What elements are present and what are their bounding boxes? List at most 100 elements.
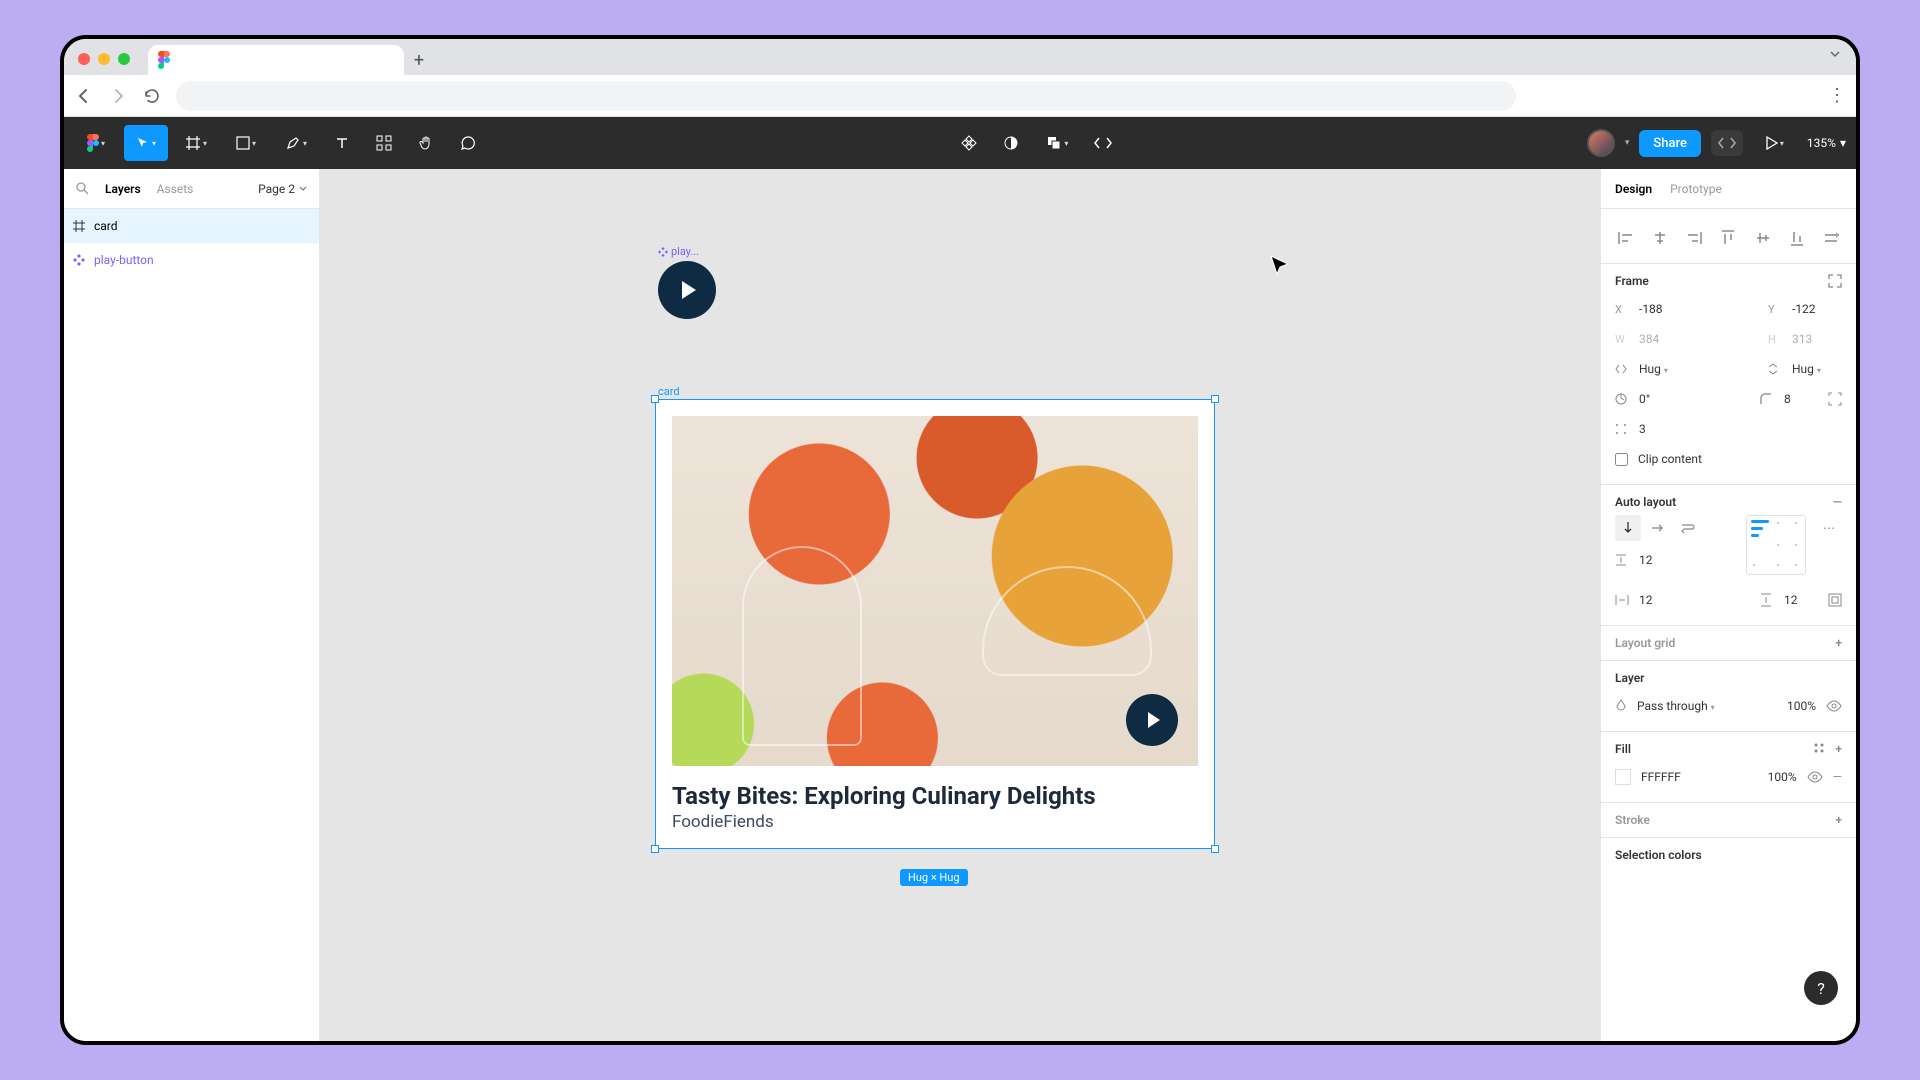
fill-style-icon[interactable]: [1813, 742, 1825, 756]
fill-swatch[interactable]: [1615, 769, 1631, 785]
fill-visibility-icon[interactable]: [1807, 771, 1823, 783]
user-avatar[interactable]: [1587, 129, 1615, 157]
align-bottom-icon[interactable]: [1786, 227, 1808, 249]
card-frame[interactable]: Tasty Bites: Exploring Culinary Delights…: [655, 399, 1215, 849]
share-button[interactable]: Share: [1639, 130, 1701, 157]
layer-row-play-button[interactable]: play-button: [64, 243, 319, 277]
text-tool-button[interactable]: [324, 125, 360, 161]
close-window-button[interactable]: [78, 53, 90, 65]
w-input[interactable]: 384: [1639, 332, 1659, 346]
tabstrip-dropdown-icon[interactable]: [1828, 47, 1842, 61]
remove-fill-icon[interactable]: —: [1833, 770, 1842, 784]
independent-corners-icon[interactable]: [1828, 392, 1842, 406]
new-tab-button[interactable]: +: [404, 45, 434, 75]
fill-opacity-input[interactable]: 100%: [1768, 770, 1797, 784]
align-right-icon[interactable]: [1683, 227, 1705, 249]
align-left-icon[interactable]: [1615, 227, 1637, 249]
assets-tab[interactable]: Assets: [157, 182, 194, 196]
resize-handle-se[interactable]: [1211, 845, 1219, 853]
layers-tab[interactable]: Layers: [105, 182, 141, 196]
visibility-icon[interactable]: [1826, 700, 1842, 712]
browser-menu-button[interactable]: ⋮: [1828, 85, 1846, 106]
play-component-label[interactable]: play...: [658, 245, 699, 258]
maximize-window-button[interactable]: [118, 53, 130, 65]
browser-tab[interactable]: [148, 45, 404, 75]
x-input[interactable]: -188: [1639, 302, 1663, 316]
fill-hex-input[interactable]: FFFFFF: [1641, 770, 1681, 784]
frame-tool-button[interactable]: ▾: [174, 125, 218, 161]
gap-input[interactable]: 12: [1639, 553, 1653, 567]
prototype-tab[interactable]: Prototype: [1670, 182, 1722, 196]
design-tab[interactable]: Design: [1615, 182, 1652, 196]
add-layout-grid-icon[interactable]: +: [1835, 636, 1842, 650]
add-fill-icon[interactable]: +: [1835, 742, 1842, 756]
direction-horizontal-button[interactable]: [1645, 515, 1671, 541]
component-icon[interactable]: [951, 125, 987, 161]
resources-button[interactable]: [366, 125, 402, 161]
back-button[interactable]: [74, 86, 94, 106]
align-hcenter-icon[interactable]: [1649, 227, 1671, 249]
hug-w-select[interactable]: Hug ▾: [1639, 362, 1668, 376]
search-icon[interactable]: [76, 182, 89, 195]
minimize-window-button[interactable]: [98, 53, 110, 65]
reload-button[interactable]: [142, 86, 162, 106]
play-button-component[interactable]: [658, 261, 716, 319]
present-button[interactable]: ▾: [1753, 125, 1797, 161]
avatar-caret-icon[interactable]: ▾: [1625, 138, 1630, 148]
autolayout-more-button[interactable]: ⋯: [1816, 515, 1842, 541]
card-play-button[interactable]: [1126, 694, 1178, 746]
h-label: H: [1768, 333, 1782, 346]
hug-w-icon: [1615, 364, 1629, 374]
layer-row-card[interactable]: card: [64, 209, 319, 243]
canvas[interactable]: play... card Tasty Bites: Exploring: [320, 169, 1600, 1041]
page-selector[interactable]: Page 2: [258, 182, 307, 196]
properties-panel: Design Prototype Frame: [1600, 169, 1856, 1041]
clip-checkbox[interactable]: [1615, 453, 1628, 466]
align-top-icon[interactable]: [1717, 227, 1739, 249]
align-more-icon[interactable]: [1820, 227, 1842, 249]
forward-button[interactable]: [108, 86, 128, 106]
opacity-input[interactable]: 100%: [1787, 699, 1816, 713]
dev-handoff-icon[interactable]: [1085, 125, 1121, 161]
align-vcenter-icon[interactable]: [1752, 227, 1774, 249]
rotation-input[interactable]: 0°: [1639, 392, 1650, 406]
remove-autolayout-icon[interactable]: —: [1833, 495, 1842, 509]
hand-tool-button[interactable]: [408, 125, 444, 161]
boolean-icon[interactable]: ▾: [1035, 125, 1079, 161]
hug-h-select[interactable]: Hug ▾: [1792, 362, 1842, 376]
resize-to-fit-icon[interactable]: [1828, 274, 1842, 288]
pad-h-input[interactable]: 12: [1639, 593, 1653, 607]
direction-vertical-button[interactable]: [1615, 515, 1641, 541]
component-icon: [72, 253, 86, 267]
resize-handle-ne[interactable]: [1211, 395, 1219, 403]
add-stroke-icon[interactable]: +: [1835, 813, 1842, 827]
corner-icon: [1760, 393, 1774, 405]
main-menu-button[interactable]: ▾: [74, 125, 118, 161]
shape-tool-button[interactable]: ▾: [224, 125, 268, 161]
pad-v-input[interactable]: 12: [1784, 593, 1818, 607]
selection-colors-title: Selection colors: [1615, 848, 1702, 862]
independent-padding-icon[interactable]: [1828, 593, 1842, 607]
plus-icon: +: [414, 50, 424, 71]
direction-wrap-button[interactable]: [1675, 515, 1701, 541]
layers-panel: Layers Assets Page 2 card play-button: [64, 169, 320, 1041]
dev-mode-button[interactable]: [1711, 130, 1743, 156]
y-input[interactable]: -122: [1792, 302, 1842, 316]
h-input[interactable]: 313: [1792, 332, 1842, 346]
comment-tool-button[interactable]: [450, 125, 486, 161]
spread-input[interactable]: 3: [1639, 422, 1646, 436]
alignment-box[interactable]: [1746, 515, 1806, 575]
resize-handle-nw[interactable]: [651, 395, 659, 403]
resize-handle-sw[interactable]: [651, 845, 659, 853]
card-frame-label[interactable]: card: [658, 385, 680, 398]
corner-input[interactable]: 8: [1784, 392, 1818, 406]
address-input[interactable]: [176, 81, 1516, 111]
zoom-control[interactable]: 135%▾: [1807, 136, 1846, 150]
blend-select[interactable]: Pass through ▾: [1637, 699, 1715, 713]
pen-tool-button[interactable]: ▾: [274, 125, 318, 161]
workspace: Layers Assets Page 2 card play-button pl…: [64, 169, 1856, 1041]
layout-grid-title: Layout grid: [1615, 636, 1675, 650]
mask-icon[interactable]: [993, 125, 1029, 161]
move-tool-button[interactable]: ▾: [124, 125, 168, 161]
help-button[interactable]: ?: [1804, 971, 1838, 1005]
